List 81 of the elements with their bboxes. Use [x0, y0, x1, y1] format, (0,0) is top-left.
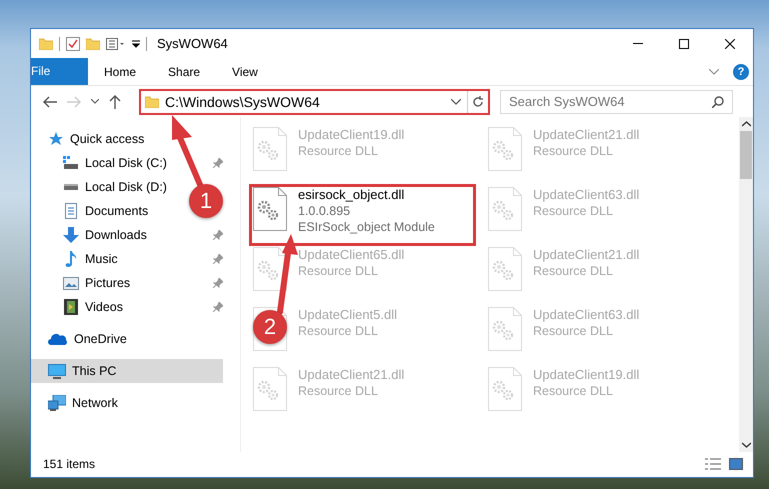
up-arrow-icon[interactable] [109, 94, 121, 108]
help-button[interactable]: ? [733, 64, 749, 80]
step-number-badge: 2 [253, 310, 287, 344]
file-detail: Resource DLL [298, 264, 379, 278]
sidebar-item[interactable]: Downloads [85, 228, 147, 242]
chevron-down-icon[interactable] [91, 99, 99, 104]
drive-icon [63, 183, 79, 191]
sidebar-item[interactable]: Music [85, 252, 118, 266]
checklist-icon[interactable] [66, 36, 80, 50]
properties-icon[interactable] [106, 38, 126, 50]
star-icon [48, 131, 64, 147]
file-detail: Resource DLL [533, 384, 614, 398]
monitor-icon [48, 364, 66, 378]
file-detail: Resource DLL [533, 204, 614, 218]
dll-file-icon [488, 187, 522, 231]
sidebar-item[interactable]: Videos [85, 300, 123, 314]
search-icon[interactable] [712, 96, 724, 108]
maximize-icon[interactable] [679, 38, 689, 48]
close-icon[interactable] [725, 38, 735, 48]
pin-icon[interactable] [213, 254, 223, 264]
sidebar-item[interactable]: Local Disk (C:) [85, 156, 167, 170]
dll-file-icon [488, 247, 522, 291]
scroll-thumb[interactable] [740, 131, 752, 179]
drive-icon [63, 156, 79, 170]
step-number-badge: 1 [189, 184, 223, 218]
sidebar-item[interactable]: Quick access [31, 127, 223, 151]
dropdown-icon[interactable] [132, 40, 140, 48]
sidebar-item[interactable]: Network [31, 391, 223, 415]
scroll-up-icon[interactable] [742, 121, 750, 127]
search-field[interactable]: Search SysWOW64 [500, 90, 733, 114]
dll-file-icon [488, 127, 522, 171]
address-bar[interactable]: C:\Windows\SysWOW64 [139, 88, 490, 114]
picture-icon [63, 276, 79, 290]
chevron-down-icon[interactable] [709, 68, 719, 74]
ribbon-tab[interactable]: Share [152, 58, 216, 85]
pin-icon[interactable] [213, 230, 223, 240]
file-detail: Resource DLL [533, 264, 614, 278]
pin-icon[interactable] [213, 278, 223, 288]
scrollbar[interactable] [739, 117, 753, 452]
ribbon-tab[interactable]: File [31, 58, 88, 85]
file-detail: Resource DLL [298, 384, 379, 398]
folder-icon [39, 38, 53, 50]
file-detail: Resource DLL [533, 144, 614, 158]
pin-icon[interactable] [213, 158, 223, 168]
new-folder-icon [86, 38, 100, 50]
cloud-icon [48, 333, 68, 345]
window-title: SysWOW64 [157, 36, 228, 51]
sidebar-item[interactable]: Pictures [85, 276, 130, 290]
ribbon-tab[interactable]: Home [88, 58, 152, 85]
ribbon-tab[interactable]: View [216, 58, 274, 85]
file-detail: Resource DLL [533, 324, 614, 338]
item-count: 151 items [43, 457, 96, 471]
dll-file-icon [253, 187, 287, 231]
file-detail: ESIrSock_object Module [298, 220, 435, 234]
film-icon [64, 299, 78, 315]
address-path: C:\Windows\SysWOW64 [165, 94, 321, 110]
music-note-icon [65, 251, 77, 267]
folder-icon [145, 96, 159, 108]
file-detail: Resource DLL [298, 144, 379, 158]
thumbnail-view-icon[interactable] [729, 458, 743, 470]
dll-file-icon [253, 247, 287, 291]
dll-file-icon [488, 307, 522, 351]
sidebar-item[interactable]: This PC [31, 359, 223, 383]
network-icon [48, 395, 66, 411]
file-name[interactable]: esirsock_object.dll [298, 187, 435, 202]
sidebar-item[interactable]: OneDrive [31, 327, 223, 351]
file-detail: 1.0.0.895 [298, 204, 352, 218]
file-detail: Resource DLL [298, 324, 379, 338]
dll-file-icon [253, 127, 287, 171]
sidebar-item[interactable]: Documents [85, 204, 148, 218]
sidebar-item[interactable]: Local Disk (D:) [85, 180, 167, 194]
pin-icon[interactable] [213, 302, 223, 312]
document-icon [65, 203, 77, 219]
back-arrow-icon[interactable] [43, 96, 57, 108]
details-view-icon[interactable] [705, 458, 721, 470]
down-arrow-icon [63, 227, 79, 243]
refresh-icon[interactable] [472, 96, 484, 108]
dll-file-icon [488, 367, 522, 411]
dll-file-icon [253, 367, 287, 411]
chevron-down-icon[interactable] [451, 98, 461, 104]
scroll-down-icon[interactable] [742, 442, 750, 448]
